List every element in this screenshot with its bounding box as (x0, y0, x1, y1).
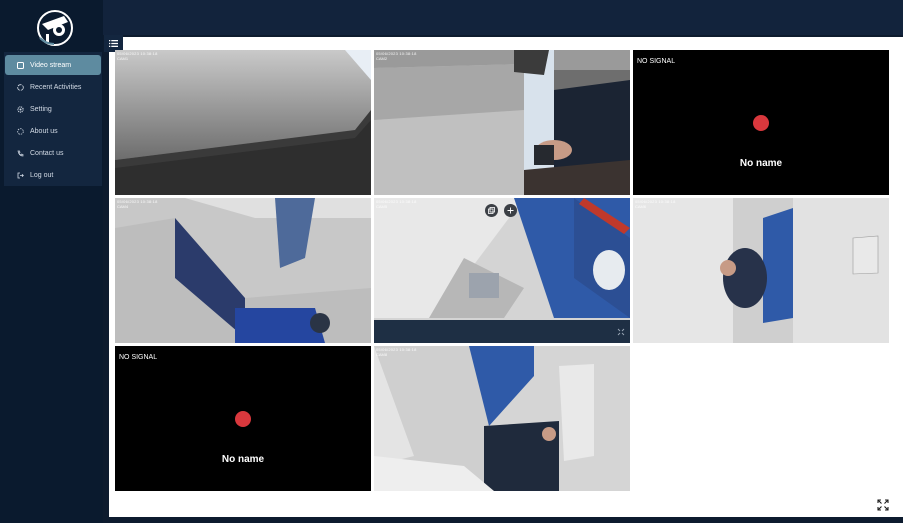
camera-label: CAM2 (376, 56, 388, 61)
sidebar-item-setting[interactable]: Setting (5, 99, 101, 119)
record-dot-icon (235, 411, 251, 427)
top-bar (103, 0, 903, 35)
tile-control-bar (374, 320, 630, 343)
camera-label: CAM5 (376, 204, 388, 209)
sidebar-item-contact-us[interactable]: Contact us (5, 143, 101, 163)
camera-label: CAM4 (117, 204, 129, 209)
sidebar-item-log-out[interactable]: Log out (5, 165, 101, 185)
camera-label: CAM6 (635, 204, 647, 209)
tile-move-button[interactable] (504, 204, 517, 217)
camera-feed-image (115, 198, 371, 343)
camera-tile-6[interactable]: 05/06/2023 10:38:18 CAM6 (633, 198, 889, 343)
circle-dashed-icon (17, 127, 24, 135)
move-icon (507, 207, 514, 214)
camera-tile-3[interactable]: NO SIGNAL No name (633, 50, 889, 195)
camera-feed-image (374, 346, 630, 491)
sidebar-item-recent-activities[interactable]: Recent Activities (5, 77, 101, 97)
refresh-icon (17, 83, 24, 91)
camera-name: No name (221, 454, 265, 465)
tile-popout-button[interactable] (485, 204, 498, 217)
no-signal-label: NO SIGNAL (119, 354, 158, 361)
camera-tile-5[interactable]: 05/06/2023 10:38:18 CAM5 (374, 198, 630, 343)
expand-icon[interactable] (877, 499, 889, 511)
camera-tile-8[interactable]: 05/06/2023 10:38:18 CAM8 (374, 346, 630, 491)
camera-name: No name (739, 158, 783, 169)
sidebar-item-label: Video stream (30, 61, 72, 69)
gear-icon (17, 105, 24, 113)
logout-icon (17, 172, 24, 179)
camera-tile-7[interactable]: NO SIGNAL No name (115, 346, 371, 491)
phone-icon (17, 150, 24, 157)
camera-tile-2[interactable]: 05/06/2023 10:38:18 CAM2 (374, 50, 630, 195)
camera-tile-4[interactable]: 05/06/2023 10:38:18 CAM4 (115, 198, 371, 343)
security-camera-logo (37, 10, 73, 46)
camera-feed-image (374, 50, 630, 195)
camera-tile-1[interactable]: 05/06/2023 10:38:18 CAM1 (115, 50, 371, 195)
sidebar-item-video-stream[interactable]: Video stream (5, 55, 101, 75)
hamburger-icon (109, 40, 118, 47)
camera-feed-image (115, 50, 371, 195)
popout-icon (488, 207, 495, 214)
sidebar-item-label: About us (30, 127, 58, 135)
sidebar-item-label: Contact us (30, 149, 64, 157)
camera-label: CAM1 (117, 56, 129, 61)
sidebar-item-label: Recent Activities (30, 83, 82, 91)
record-dot-icon (753, 115, 769, 131)
sidebar-item-label: Setting (30, 105, 52, 113)
sidebar-item-about-us[interactable]: About us (5, 121, 101, 141)
square-icon (17, 61, 24, 69)
sidebar-item-label: Log out (30, 171, 54, 179)
collapse-icon[interactable] (617, 328, 625, 336)
camera-feed-image (633, 198, 889, 343)
camera-label: CAM8 (376, 352, 388, 357)
no-signal-label: NO SIGNAL (637, 58, 676, 65)
